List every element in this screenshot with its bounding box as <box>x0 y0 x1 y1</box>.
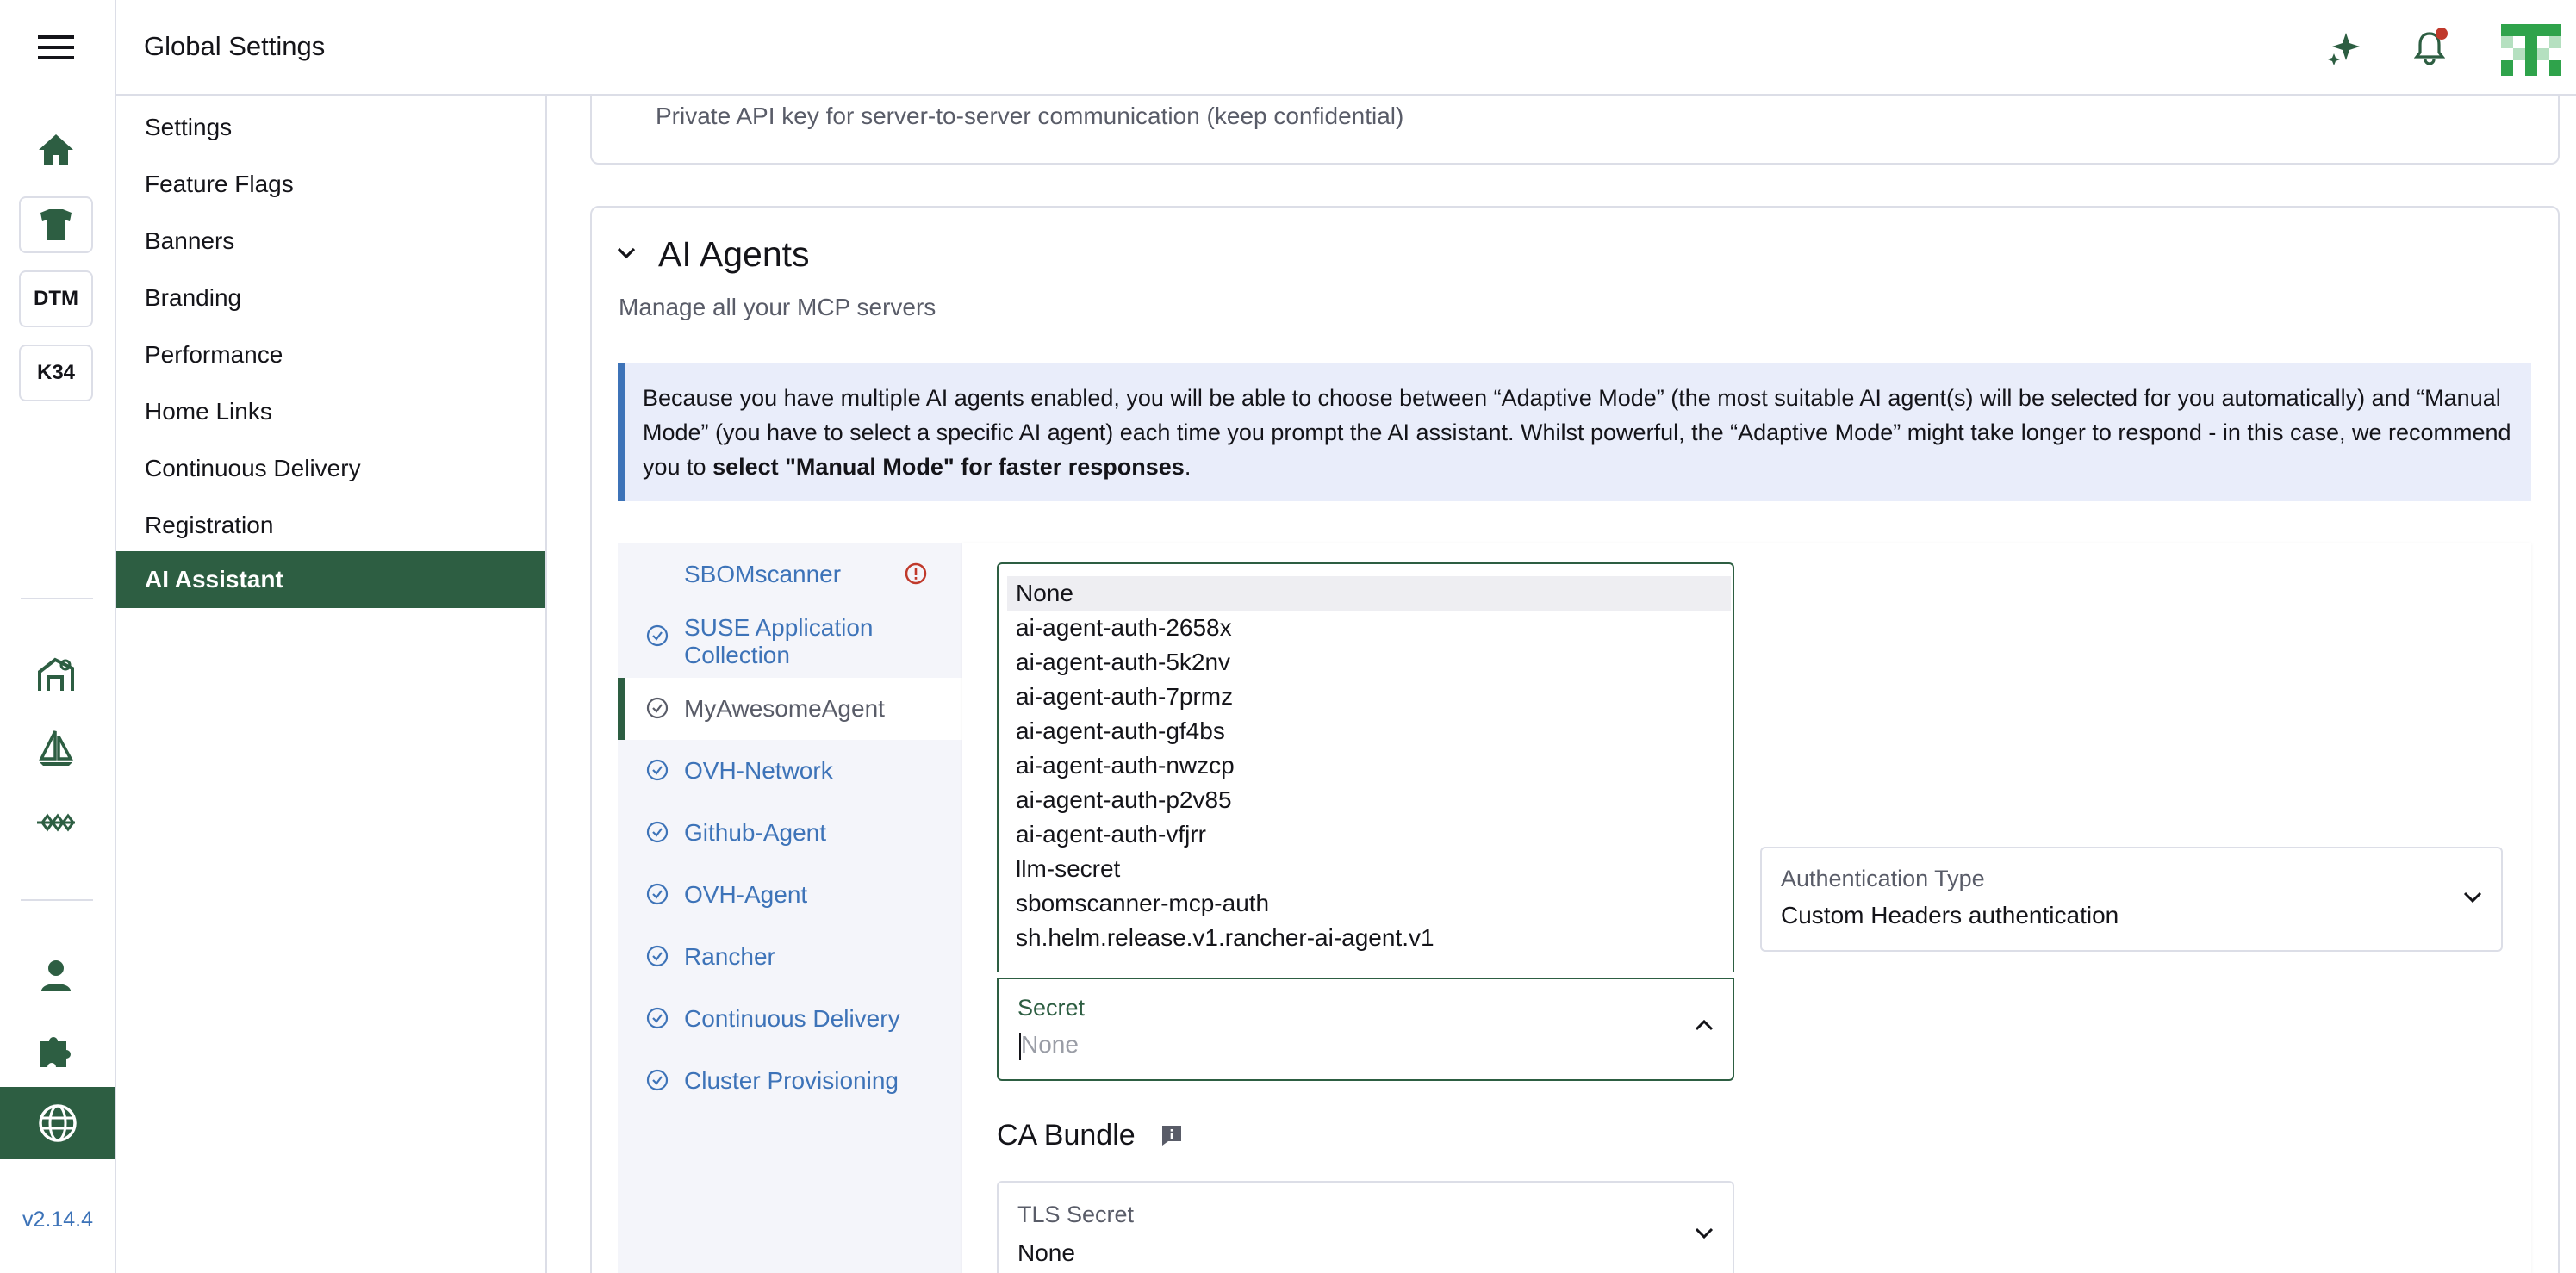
agent-label: MyAwesomeAgent <box>684 695 885 722</box>
puzzle-icon[interactable] <box>19 1022 93 1078</box>
secret-option[interactable]: ai-agent-auth-2658x <box>1007 611 1731 645</box>
section-subtitle: Manage all your MCP servers <box>619 294 936 320</box>
agent-label: OVH-Network <box>684 757 833 784</box>
sidebar-item-feature-flags[interactable]: Feature Flags <box>116 157 545 212</box>
agent-list: SBOMscanner SUSE Application Collection … <box>618 543 962 1273</box>
secret-option[interactable]: llm-secret <box>1007 852 1731 886</box>
agent-item-myawesomeagent[interactable]: MyAwesomeAgent <box>618 678 962 740</box>
sail-icon[interactable] <box>19 720 93 777</box>
chevron-up-icon[interactable] <box>1695 1019 1714 1035</box>
secret-options-list: None ai-agent-auth-2658x ai-agent-auth-5… <box>997 562 1734 972</box>
main-content: Private API key for server-to-server com… <box>549 96 2576 1273</box>
tls-secret-select[interactable]: TLS Secret None <box>997 1181 1734 1273</box>
rail-divider <box>21 899 93 901</box>
home-icon[interactable] <box>19 121 93 178</box>
authentication-type-select[interactable]: Authentication Type Custom Headers authe… <box>1760 847 2503 952</box>
cluster-dtm-label: DTM <box>34 287 78 310</box>
secret-option[interactable]: ai-agent-auth-5k2nv <box>1007 645 1731 680</box>
ca-bundle-title: CA Bundle <box>997 1119 1136 1152</box>
extensions-wheat-icon[interactable] <box>19 794 93 851</box>
banner-bold-text: select "Manual Mode" for faster response… <box>712 454 1185 480</box>
sidebar-item-continuous-delivery[interactable]: Continuous Delivery <box>116 441 545 496</box>
api-key-card: Private API key for server-to-server com… <box>590 96 2560 165</box>
notifications-bell-icon[interactable] <box>2408 26 2451 69</box>
rail-divider <box>21 598 93 599</box>
sidebar-item-banners[interactable]: Banners <box>116 214 545 269</box>
secret-option[interactable]: ai-agent-auth-p2v85 <box>1007 783 1731 817</box>
secret-select[interactable]: Secret None <box>997 978 1734 1081</box>
agent-item-ovh-agent[interactable]: OVH-Agent <box>618 864 962 926</box>
info-comment-icon[interactable] <box>1160 1124 1183 1151</box>
sidebar-item-settings[interactable]: Settings <box>116 100 545 155</box>
menu-icon[interactable] <box>19 19 93 76</box>
tls-secret-label: TLS Secret <box>1017 1202 1135 1227</box>
settings-sidebar: Settings Feature Flags Banners Branding … <box>116 96 547 1273</box>
section-title: AI Agents <box>658 234 810 274</box>
version-label: v2.14.4 <box>22 1208 93 1232</box>
check-circle-icon <box>646 883 669 905</box>
page-title: Global Settings <box>144 31 326 61</box>
cluster-k34-label: K34 <box>36 361 76 384</box>
check-circle-icon <box>646 821 669 843</box>
secret-select-label: Secret <box>1017 995 1086 1021</box>
info-banner: Because you have multiple AI agents enab… <box>618 363 2531 501</box>
agent-item-sbomscanner[interactable]: SBOMscanner <box>618 543 962 605</box>
sidebar-item-ai-assistant[interactable]: AI Assistant <box>116 551 545 608</box>
error-circle-icon <box>905 562 927 585</box>
secret-option[interactable]: sh.helm.release.v1.rancher-ai-agent.v1 <box>1007 921 1731 955</box>
agent-item-continuous-delivery[interactable]: Continuous Delivery <box>618 988 962 1050</box>
agent-label: Github-Agent <box>684 819 826 846</box>
agent-label: SUSE Application Collection <box>684 614 874 668</box>
chevron-down-icon[interactable] <box>1695 1227 1714 1244</box>
cluster-k34-button[interactable]: K34 <box>19 345 93 401</box>
cluster-local-icon[interactable] <box>19 196 93 253</box>
user-icon[interactable] <box>19 947 93 1004</box>
chevron-down-icon[interactable] <box>2463 891 2482 908</box>
secret-option[interactable]: ai-agent-auth-vfjrr <box>1007 817 1731 852</box>
authentication-type-label: Authentication Type <box>1781 866 1985 891</box>
check-circle-icon <box>646 1069 669 1091</box>
collapse-chevron-icon[interactable] <box>617 247 636 264</box>
ai-sparkle-icon[interactable] <box>2324 26 2367 69</box>
fleet-icon[interactable] <box>19 646 93 703</box>
agent-label: SBOMscanner <box>684 561 842 587</box>
agent-label: Cluster Provisioning <box>684 1067 899 1094</box>
secret-option[interactable]: None <box>1007 576 1731 611</box>
authentication-type-value: Custom Headers authentication <box>1781 902 2119 928</box>
agent-item-suse-application-collection[interactable]: SUSE Application Collection <box>618 605 962 678</box>
agent-item-ovh-network[interactable]: OVH-Network <box>618 740 962 802</box>
banner-end: . <box>1184 454 1192 480</box>
sidebar-item-performance[interactable]: Performance <box>116 327 545 382</box>
secret-option[interactable]: sbomscanner-mcp-auth <box>1007 886 1731 921</box>
notification-dot <box>2436 28 2448 40</box>
tls-secret-value: None <box>1017 1239 1075 1266</box>
app-rail: DTM K34 v2.14.4 <box>0 0 116 1273</box>
secret-option[interactable]: ai-agent-auth-gf4bs <box>1007 714 1731 748</box>
sidebar-item-home-links[interactable]: Home Links <box>116 384 545 439</box>
agent-label: OVH-Agent <box>684 881 808 908</box>
secret-option[interactable]: ai-agent-auth-nwzcp <box>1007 748 1731 783</box>
agent-label: Rancher <box>684 943 775 970</box>
api-key-description: Private API key for server-to-server com… <box>656 102 1404 129</box>
agent-item-cluster-provisioning[interactable]: Cluster Provisioning <box>618 1050 962 1112</box>
sidebar-item-branding[interactable]: Branding <box>116 270 545 326</box>
check-circle-icon <box>646 697 669 719</box>
secret-select-placeholder[interactable]: None <box>1021 1031 1079 1059</box>
sidebar-item-registration[interactable]: Registration <box>116 498 545 553</box>
avatar[interactable] <box>2501 21 2561 78</box>
agent-item-github-agent[interactable]: Github-Agent <box>618 802 962 864</box>
agent-label: Continuous Delivery <box>684 1005 900 1032</box>
cluster-dtm-button[interactable]: DTM <box>19 270 93 327</box>
agent-item-rancher[interactable]: Rancher <box>618 926 962 988</box>
check-circle-icon <box>646 624 669 647</box>
check-circle-icon <box>646 945 669 967</box>
global-settings-globe-icon[interactable] <box>0 1087 115 1159</box>
check-circle-icon <box>646 759 669 781</box>
top-header: Global Settings <box>116 0 2576 96</box>
secret-option[interactable]: ai-agent-auth-7prmz <box>1007 680 1731 714</box>
check-circle-icon <box>646 1007 669 1029</box>
